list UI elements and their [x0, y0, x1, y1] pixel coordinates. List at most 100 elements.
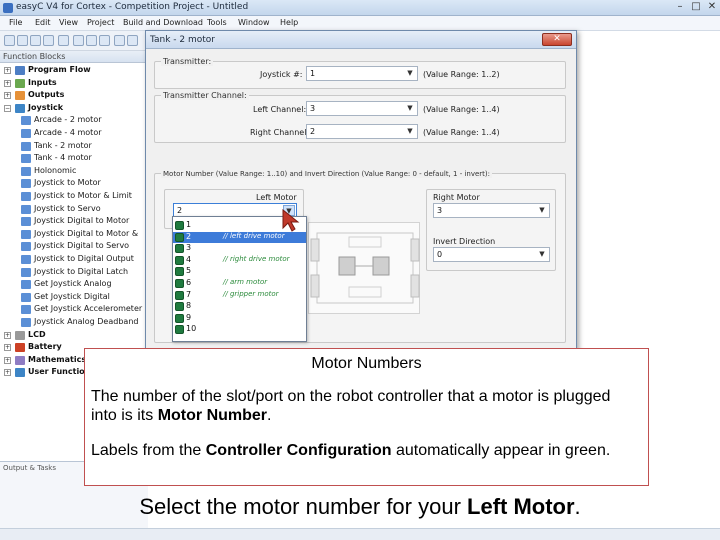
- motor-option-10[interactable]: 10: [173, 324, 306, 335]
- dialog-close-button[interactable]: ✕: [542, 33, 572, 46]
- chevron-down-icon[interactable]: ▼: [536, 205, 548, 216]
- new-file-icon[interactable]: [4, 35, 15, 46]
- motor-config-label: // left drive motor: [223, 231, 285, 240]
- maximize-icon[interactable]: □: [688, 1, 704, 14]
- menu-build-and-download[interactable]: Build and Download: [123, 18, 203, 27]
- block-icon: [21, 179, 31, 189]
- joystick-number-value: 1: [310, 69, 316, 78]
- block-icon: [21, 255, 31, 264]
- expand-icon[interactable]: +: [4, 344, 11, 352]
- invert-direction-select[interactable]: 0 ▼: [433, 247, 550, 262]
- motor-option-3[interactable]: 3: [173, 243, 306, 254]
- motor-option-4[interactable]: 4 // right drive motor: [173, 255, 306, 266]
- callout-paragraph-2: Labels from the Controller Configuration…: [91, 441, 631, 460]
- expand-icon[interactable]: +: [4, 67, 11, 74]
- tree-label: Tank - 2 motor: [34, 140, 92, 150]
- chevron-down-icon[interactable]: ▼: [536, 249, 548, 260]
- motor-option-number: 6: [186, 278, 192, 287]
- open-folder-icon[interactable]: [30, 35, 41, 46]
- chevron-down-icon[interactable]: ▼: [404, 68, 416, 79]
- tree-label: Holonomic: [34, 165, 77, 175]
- expand-icon[interactable]: +: [4, 369, 11, 377]
- motor-option-number: 2: [186, 231, 192, 241]
- menu-window[interactable]: Window: [238, 18, 270, 27]
- callout-paragraph-1: The number of the slot/port on the robot…: [91, 387, 631, 425]
- right-motor-select[interactable]: 3 ▼: [433, 203, 550, 218]
- motor-option-6[interactable]: 6 // arm motor: [173, 278, 306, 289]
- terminal-icon[interactable]: [99, 35, 110, 46]
- expand-icon[interactable]: +: [4, 356, 11, 364]
- left-motor-label: Left Motor: [256, 193, 297, 202]
- block-icon: [21, 129, 31, 138]
- tree-label: Joystick to Digital Latch: [34, 266, 129, 276]
- print-icon[interactable]: [58, 35, 69, 46]
- tree-label: Outputs: [28, 90, 65, 100]
- instruction-text-end: .: [574, 494, 581, 519]
- expand-icon[interactable]: +: [4, 331, 11, 339]
- config-icon[interactable]: [127, 35, 138, 46]
- block-icon: [21, 242, 31, 252]
- close-window-icon[interactable]: ✕: [704, 1, 720, 14]
- open-file-icon[interactable]: [17, 35, 28, 46]
- build-icon[interactable]: [73, 35, 84, 46]
- callout-title: Motor Numbers: [311, 355, 422, 372]
- expand-icon[interactable]: +: [4, 92, 11, 100]
- left-channel-label: Left Channel:: [253, 105, 307, 114]
- joystick-number-select[interactable]: 1 ▼: [306, 66, 418, 81]
- motor-port-icon: [175, 313, 184, 323]
- motor-option-number: 10: [186, 324, 197, 334]
- motor-option-2[interactable]: 2 // left drive motor: [173, 231, 306, 243]
- right-channel-value: 2: [310, 127, 316, 136]
- motor-config-label: // gripper motor: [223, 289, 279, 298]
- menu-help[interactable]: Help: [280, 18, 298, 27]
- collapse-icon[interactable]: −: [4, 104, 11, 112]
- motor-option-7[interactable]: 7 // gripper motor: [173, 290, 306, 301]
- tree-label: Mathematics: [28, 354, 87, 364]
- expand-icon[interactable]: +: [4, 79, 11, 87]
- status-bar: [0, 528, 720, 540]
- motor-port-icon: [175, 325, 184, 335]
- online-window-icon[interactable]: [114, 35, 125, 46]
- block-icon: [21, 229, 31, 239]
- download-icon[interactable]: [86, 35, 97, 46]
- chevron-down-icon[interactable]: ▼: [404, 126, 416, 137]
- app-title: easyC V4 for Cortex - Competition Projec…: [16, 2, 249, 12]
- motor-option-8[interactable]: 8: [173, 301, 306, 312]
- menu-edit[interactable]: Edit: [35, 18, 51, 27]
- block-icon: [21, 292, 31, 302]
- block-icon: [21, 318, 31, 327]
- tree-label: LCD: [28, 329, 46, 339]
- motor-port-icon: [175, 267, 184, 277]
- motor-option-9[interactable]: 9: [173, 313, 306, 324]
- menu-bar: File Edit View Project Build and Download Too…: [0, 16, 720, 31]
- tree-label: Joystick: [28, 102, 64, 112]
- chevron-down-icon[interactable]: ▼: [404, 103, 416, 114]
- motor-port-icon: [175, 302, 184, 312]
- motor-option-number: 8: [186, 301, 192, 311]
- folder-icon: [15, 355, 25, 365]
- tree-label: Tank - 4 motor: [34, 153, 92, 163]
- save-icon[interactable]: [43, 35, 54, 46]
- motor-option-number: 3: [186, 243, 192, 253]
- motor-option-5[interactable]: 5: [173, 266, 306, 277]
- motor-option-number: 4: [186, 254, 192, 264]
- folder-icon: [15, 78, 25, 88]
- app-icon: [3, 3, 13, 13]
- tree-label: Program Flow: [28, 65, 91, 74]
- right-channel-label: Right Channel:: [250, 128, 310, 137]
- right-channel-select[interactable]: 2 ▼: [306, 124, 418, 139]
- left-channel-range-hint: (Value Range: 1..4): [423, 105, 500, 114]
- left-channel-select[interactable]: 3 ▼: [306, 101, 418, 116]
- menu-project[interactable]: Project: [87, 18, 114, 27]
- menu-file[interactable]: File: [9, 18, 22, 27]
- menu-view[interactable]: View: [59, 18, 78, 27]
- minimize-icon[interactable]: –: [672, 1, 688, 14]
- tree-label: Joystick Digital to Motor: [34, 216, 130, 226]
- motor-port-icon: [175, 279, 184, 288]
- motor-number-group-title: Motor Number (Value Range: 1..10) and In…: [161, 170, 492, 178]
- tree-label: Joystick to Servo: [34, 203, 101, 213]
- menu-tools[interactable]: Tools: [207, 18, 227, 27]
- left-motor-value: 2: [177, 206, 183, 215]
- block-icon: [21, 267, 31, 277]
- left-channel-value: 3: [310, 104, 316, 113]
